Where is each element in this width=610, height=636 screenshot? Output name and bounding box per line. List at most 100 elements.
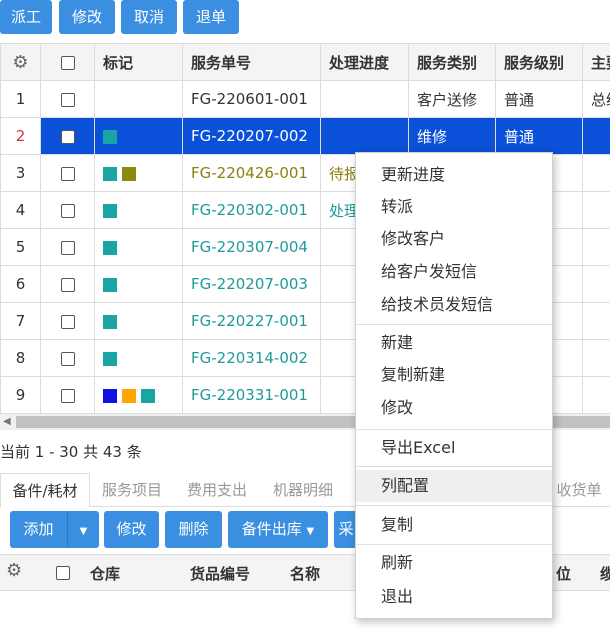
row-checkbox[interactable] xyxy=(60,240,75,255)
mark-cell xyxy=(94,154,183,192)
menu-copy[interactable]: 复制 xyxy=(356,509,552,541)
row-checkbox[interactable] xyxy=(60,388,75,403)
order-no: FG-220207-002 xyxy=(182,117,321,155)
row-number: 7 xyxy=(0,302,41,340)
header-level[interactable]: 服务级别 xyxy=(495,43,583,81)
mark-cell xyxy=(94,80,183,118)
menu-separator xyxy=(356,505,552,506)
order-no: FG-220426-001 xyxy=(182,154,321,192)
add-dropdown-button[interactable]: ▼ xyxy=(67,511,99,548)
delete-button[interactable]: 删除 xyxy=(165,511,222,548)
progress xyxy=(320,117,409,155)
menu-column-config[interactable]: 列配置 xyxy=(356,470,552,502)
header-progress[interactable]: 处理进度 xyxy=(320,43,409,81)
dispatch-button[interactable]: 派工 xyxy=(0,0,52,34)
row-checkbox[interactable] xyxy=(60,166,75,181)
row-number: 3 xyxy=(0,154,41,192)
menu-exit[interactable]: 退出 xyxy=(356,581,552,613)
row-number: 4 xyxy=(0,191,41,229)
table-row[interactable]: 1 FG-220601-001 客户送修 普通 总经 xyxy=(0,80,610,118)
main: 总经 xyxy=(582,80,610,118)
sub-edit-button[interactable]: 修改 xyxy=(104,511,159,548)
mark-cell xyxy=(94,339,183,377)
teal-mark-icon xyxy=(103,166,117,181)
add-button[interactable]: 添加 xyxy=(10,511,67,548)
tab-receipts[interactable]: 收货单 xyxy=(548,473,610,507)
reject-button[interactable]: 退单 xyxy=(183,0,239,34)
main xyxy=(582,117,610,155)
tab-parts[interactable]: 备件/耗材 xyxy=(0,473,90,507)
tab-machine-details[interactable]: 机器明细 xyxy=(260,473,346,507)
header-warehouse[interactable]: 仓库 xyxy=(90,563,120,584)
row-checkbox[interactable] xyxy=(60,314,75,329)
header-main[interactable]: 主要 xyxy=(582,43,610,81)
menu-edit[interactable]: 修改 xyxy=(356,392,552,424)
row-checkbox[interactable] xyxy=(60,277,75,292)
teal-mark-icon xyxy=(103,277,117,292)
tab-expenses[interactable]: 费用支出 xyxy=(174,473,260,507)
scroll-left-icon[interactable]: ◀ xyxy=(3,414,11,430)
menu-edit-customer[interactable]: 修改客户 xyxy=(356,223,552,255)
blue-mark-icon xyxy=(103,388,117,403)
row-number: 5 xyxy=(0,228,41,266)
column-settings[interactable]: ⚙ xyxy=(0,43,41,81)
mark-cell xyxy=(94,117,183,155)
order-no: FG-220307-004 xyxy=(182,228,321,266)
table-row-selected[interactable]: 2 FG-220207-002 维修 普通 xyxy=(0,117,610,155)
row-number: 8 xyxy=(0,339,41,377)
menu-sms-technician[interactable]: 给技术员发短信 xyxy=(356,289,552,321)
mark-cell xyxy=(94,191,183,229)
tab-service-items[interactable]: 服务项目 xyxy=(90,473,174,507)
cancel-button[interactable]: 取消 xyxy=(121,0,177,34)
menu-copy-new[interactable]: 复制新建 xyxy=(356,359,552,391)
caret-down-icon: ▼ xyxy=(306,526,315,537)
teal-mark-icon xyxy=(103,351,117,366)
menu-refresh[interactable]: 刷新 xyxy=(356,547,552,579)
menu-new[interactable]: 新建 xyxy=(356,327,552,359)
row-checkbox[interactable] xyxy=(60,203,75,218)
header-unit[interactable]: 位 xyxy=(556,563,571,584)
row-checkbox[interactable] xyxy=(60,351,75,366)
header-name[interactable]: 名称 xyxy=(290,563,320,584)
header-item-code[interactable]: 货品编号 xyxy=(190,563,250,584)
select-all-checkbox[interactable] xyxy=(60,55,75,70)
menu-sms-customer[interactable]: 给客户发短信 xyxy=(356,256,552,288)
row-number: 2 xyxy=(0,117,41,155)
order-no: FG-220302-001 xyxy=(182,191,321,229)
row-number: 1 xyxy=(0,80,41,118)
edit-button[interactable]: 修改 xyxy=(59,0,115,34)
menu-reassign[interactable]: 转派 xyxy=(356,191,552,223)
teal-mark-icon xyxy=(103,203,117,218)
select-all-checkbox-cell[interactable] xyxy=(40,43,95,81)
parts-outbound-button[interactable]: 备件出库 ▼ xyxy=(228,511,328,548)
row-checkbox[interactable] xyxy=(60,92,75,107)
row-number: 6 xyxy=(0,265,41,303)
caret-down-icon: ▼ xyxy=(79,526,88,537)
menu-update-progress[interactable]: 更新进度 xyxy=(356,159,552,191)
menu-separator xyxy=(356,466,552,467)
parts-outbound-label: 备件出库 xyxy=(241,520,302,538)
grid-header-row: ⚙ 标记 服务单号 处理进度 服务类别 服务级别 主要 xyxy=(0,43,610,81)
menu-separator xyxy=(356,544,552,545)
header-category[interactable]: 服务类别 xyxy=(408,43,496,81)
subgrid-select-all-checkbox[interactable] xyxy=(56,566,70,580)
teal-mark-icon xyxy=(103,240,117,255)
teal-mark-icon xyxy=(103,129,117,144)
category: 维修 xyxy=(408,117,496,155)
level: 普通 xyxy=(495,117,583,155)
header-extra[interactable]: 缆 xyxy=(600,563,610,584)
row-checkbox[interactable] xyxy=(60,129,75,144)
row-number: 9 xyxy=(0,376,41,414)
order-no: FG-220314-002 xyxy=(182,339,321,377)
menu-separator xyxy=(356,324,552,325)
menu-separator xyxy=(356,429,552,430)
pager-info: 当前 1 - 30 共 43 条 xyxy=(0,443,142,461)
olive-mark-icon xyxy=(122,166,136,181)
header-order-no[interactable]: 服务单号 xyxy=(182,43,321,81)
context-menu: 更新进度 转派 修改客户 给客户发短信 给技术员发短信 新建 复制新建 修改 导… xyxy=(355,152,553,619)
progress xyxy=(320,80,409,118)
menu-export-excel[interactable]: 导出Excel xyxy=(356,432,552,464)
gear-icon[interactable]: ⚙ xyxy=(6,560,22,581)
header-mark[interactable]: 标记 xyxy=(94,43,183,81)
gear-icon[interactable]: ⚙ xyxy=(12,52,28,73)
